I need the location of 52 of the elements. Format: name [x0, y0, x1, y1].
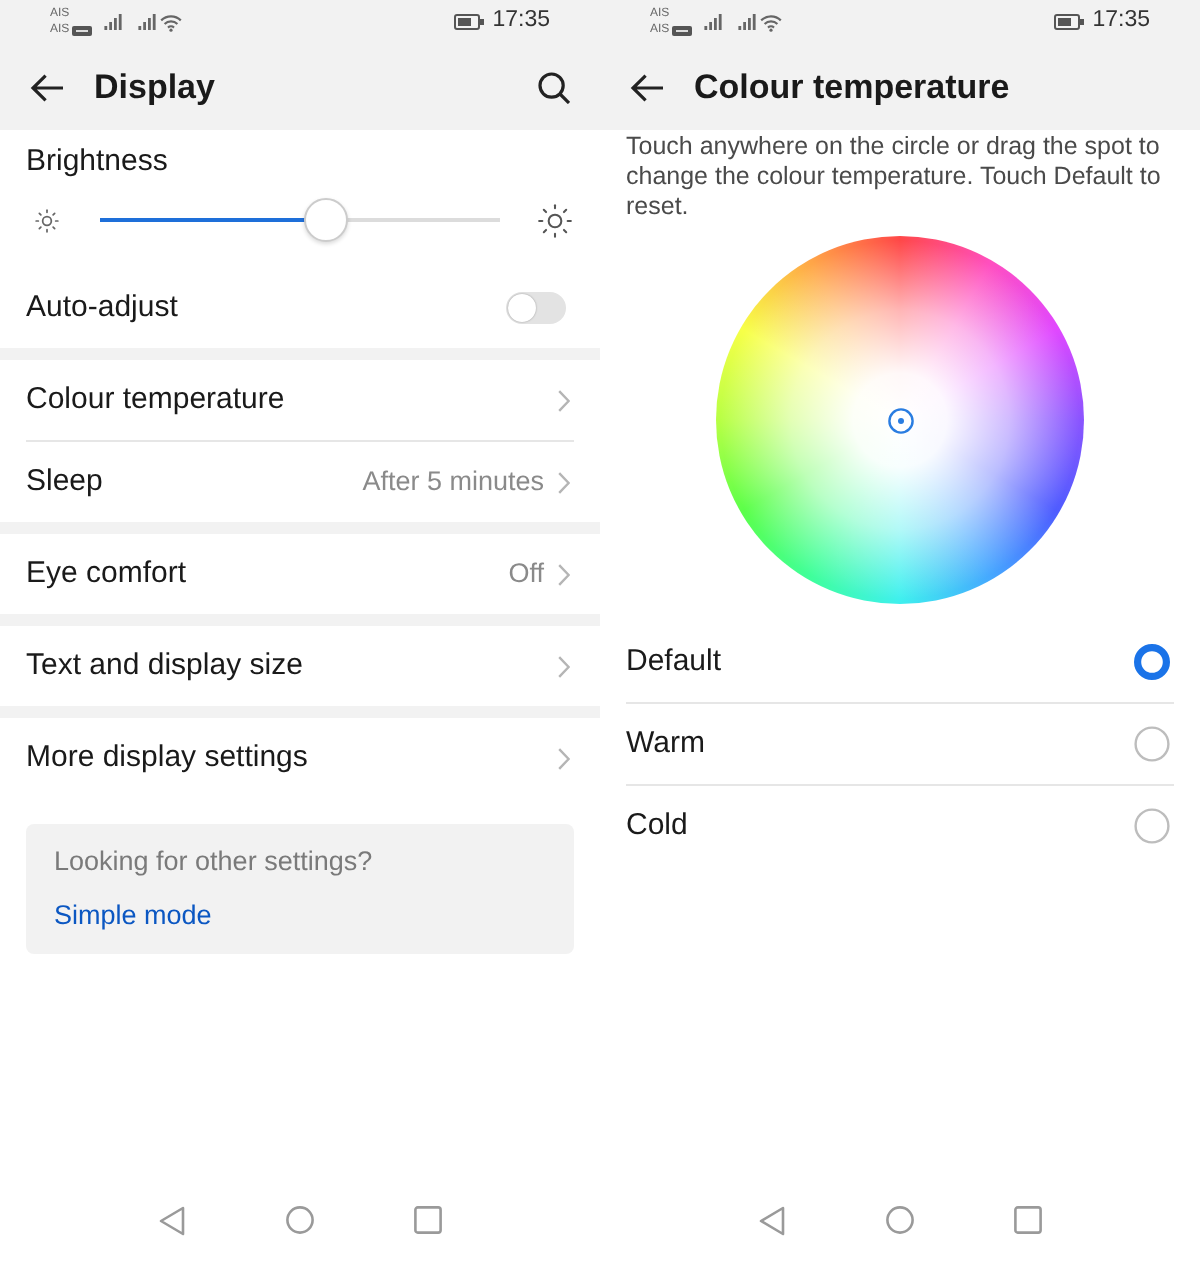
target-icon[interactable] — [887, 407, 913, 433]
sun-icon — [536, 201, 574, 239]
signal-icon — [737, 14, 756, 30]
setting-value: After 5 minutes — [362, 463, 544, 500]
battery-icon — [454, 14, 485, 30]
setting-label[interactable]: Auto-adjust — [26, 285, 178, 331]
clock-time: 17:35 — [492, 6, 550, 37]
chevron-right-icon — [558, 655, 570, 677]
brightness-slider[interactable] — [100, 196, 500, 244]
radio-button[interactable] — [1134, 808, 1170, 844]
search-icon[interactable] — [538, 71, 570, 103]
brightness-label: Brightness — [26, 142, 170, 182]
auto-adjust-toggle[interactable] — [506, 292, 566, 324]
setting-label[interactable]: Eye comfort — [26, 551, 187, 597]
square-icon[interactable] — [414, 1206, 442, 1234]
setting-label[interactable]: More display settings — [26, 735, 308, 781]
arrow-left-icon[interactable] — [30, 73, 64, 101]
chevron-right-icon — [558, 563, 570, 585]
sun-icon — [34, 207, 60, 233]
option-label[interactable]: Warm — [626, 721, 705, 767]
arrow-left-icon[interactable] — [630, 73, 664, 101]
chevron-right-icon — [558, 471, 570, 493]
setting-label[interactable]: Sleep — [26, 459, 103, 505]
network-badge-icon — [671, 25, 692, 35]
battery-icon — [1054, 14, 1085, 30]
radio-button[interactable] — [1134, 726, 1170, 762]
option-label[interactable]: Default — [626, 639, 722, 685]
wifi-icon — [759, 13, 782, 31]
simple-mode-link[interactable]: Simple mode — [54, 896, 212, 936]
signal-icon — [137, 14, 156, 30]
circle-icon[interactable] — [886, 1206, 914, 1234]
circle-icon[interactable] — [286, 1206, 314, 1234]
signal-icon — [703, 14, 722, 30]
screen-title: Display — [94, 65, 215, 110]
screen-title: Colour temperature — [694, 65, 1010, 110]
signal-icon — [103, 14, 122, 30]
wifi-icon — [159, 13, 182, 31]
square-icon[interactable] — [1014, 1206, 1042, 1234]
setting-value: Off — [508, 555, 544, 592]
option-label[interactable]: Cold — [626, 803, 688, 849]
clock-time: 17:35 — [1092, 6, 1150, 37]
setting-label[interactable]: Text and display size — [26, 643, 303, 689]
instruction-text: Touch anywhere on the circle or drag the spot to change the colour temperature. Touch Default to reset. — [624, 130, 1163, 222]
radio-button[interactable] — [1134, 644, 1170, 680]
chevron-right-icon — [558, 389, 570, 411]
triangle-icon[interactable] — [158, 1205, 186, 1235]
setting-label[interactable]: Colour temperature — [26, 377, 285, 423]
chevron-right-icon — [558, 747, 570, 769]
slider-thumb[interactable] — [304, 198, 348, 242]
triangle-icon[interactable] — [758, 1205, 786, 1235]
suggestion-text: Looking for other settings? — [54, 844, 373, 880]
network-badge-icon — [71, 25, 92, 35]
